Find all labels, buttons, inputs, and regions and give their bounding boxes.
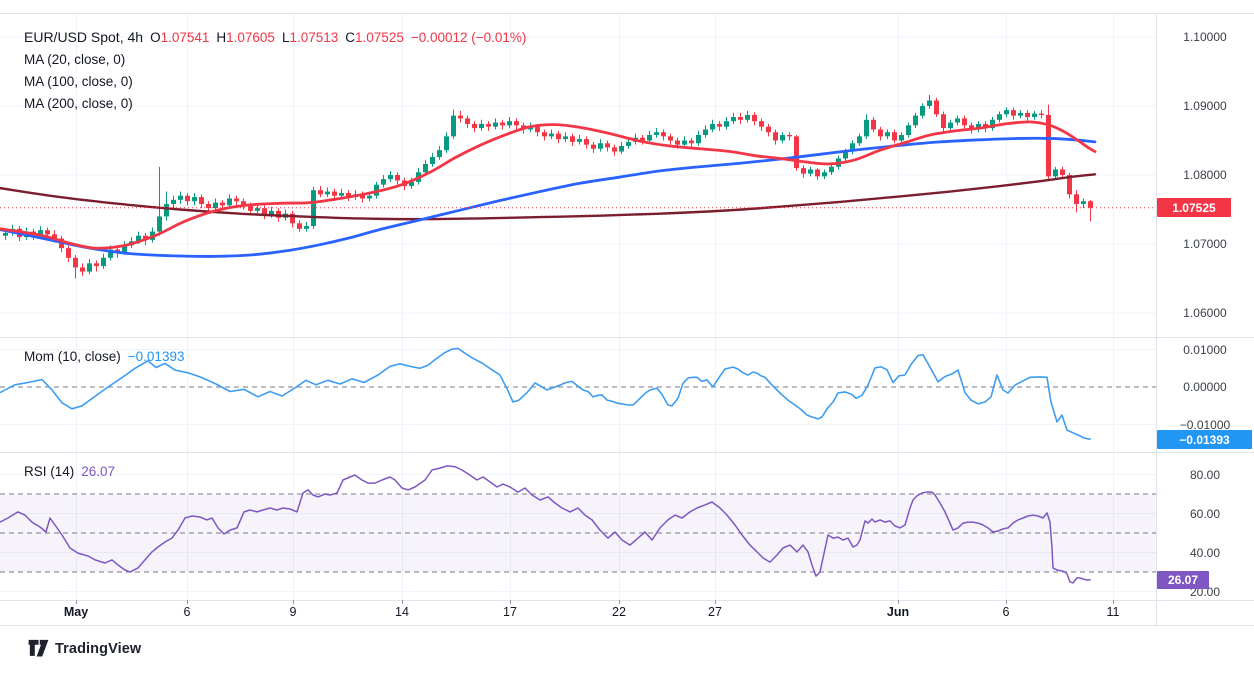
momentum-legend[interactable]: Mom (10, close) −0.01393 xyxy=(24,348,184,364)
time-tick-label: 17 xyxy=(503,605,517,619)
rsi-label: RSI (14) xyxy=(24,464,74,479)
time-tick-label: May xyxy=(64,605,88,619)
main-chart-pane[interactable] xyxy=(0,13,1156,337)
price-tick-label: 1.07000 xyxy=(1158,237,1252,251)
price-tick-label: 1.09000 xyxy=(1158,99,1252,113)
ma100-legend[interactable]: MA (100, close, 0) xyxy=(24,73,133,89)
time-tick-label: 14 xyxy=(395,605,409,619)
ma100-label: MA (100, close, 0) xyxy=(24,74,133,89)
price-tick-label: 1.10000 xyxy=(1158,30,1252,44)
price-tick-label: 1.06000 xyxy=(1158,306,1252,320)
ohlc-high: H1.07605 xyxy=(216,30,275,45)
rsi-tick-label: 40.00 xyxy=(1158,546,1252,560)
rsi-tick-label: 80.00 xyxy=(1158,468,1252,482)
momentum-tick-label: 0.00000 xyxy=(1158,380,1252,394)
momentum-value: −0.01393 xyxy=(128,349,185,364)
rsi-value-badge: 26.07 xyxy=(1157,571,1209,589)
tradingview-chart-root: EUR/USD Spot, 4h O1.07541 H1.07605 L1.07… xyxy=(0,0,1254,676)
rsi-legend[interactable]: RSI (14) 26.07 xyxy=(24,463,115,479)
symbol-legend[interactable]: EUR/USD Spot, 4h O1.07541 H1.07605 L1.07… xyxy=(24,29,526,45)
time-tick-label: 9 xyxy=(290,605,297,619)
tradingview-logo[interactable]: TradingView xyxy=(28,639,141,658)
ohlc-close: C1.07525 xyxy=(345,30,404,45)
rsi-pane[interactable] xyxy=(0,452,1156,600)
time-tick-label: 27 xyxy=(708,605,722,619)
last-price-badge: 1.07525 xyxy=(1157,198,1231,217)
momentum-label: Mom (10, close) xyxy=(24,349,121,364)
symbol-title: EUR/USD Spot, 4h xyxy=(24,29,143,45)
ma20-legend[interactable]: MA (20, close, 0) xyxy=(24,51,125,67)
time-tick-label: Jun xyxy=(887,605,909,619)
ohlc-open: O1.07541 xyxy=(150,30,209,45)
ma200-label: MA (200, close, 0) xyxy=(24,96,133,111)
change-value: −0.00012 (−0.01%) xyxy=(411,30,527,45)
rsi-value: 26.07 xyxy=(81,464,115,479)
rsi-tick-label: 60.00 xyxy=(1158,507,1252,521)
price-tick-label: 1.08000 xyxy=(1158,168,1252,182)
time-tick-label: 22 xyxy=(612,605,626,619)
ohlc-low: L1.07513 xyxy=(282,30,338,45)
tradingview-logo-text: TradingView xyxy=(55,641,141,657)
time-tick-label: 6 xyxy=(184,605,191,619)
ma200-legend[interactable]: MA (200, close, 0) xyxy=(24,95,133,111)
momentum-value-badge: −0.01393 xyxy=(1157,430,1252,449)
ma20-label: MA (20, close, 0) xyxy=(24,52,125,67)
time-tick-label: 6 xyxy=(1003,605,1010,619)
tradingview-logo-icon xyxy=(28,639,49,658)
momentum-tick-label: 0.01000 xyxy=(1158,343,1252,357)
time-tick-label: 11 xyxy=(1107,605,1120,619)
